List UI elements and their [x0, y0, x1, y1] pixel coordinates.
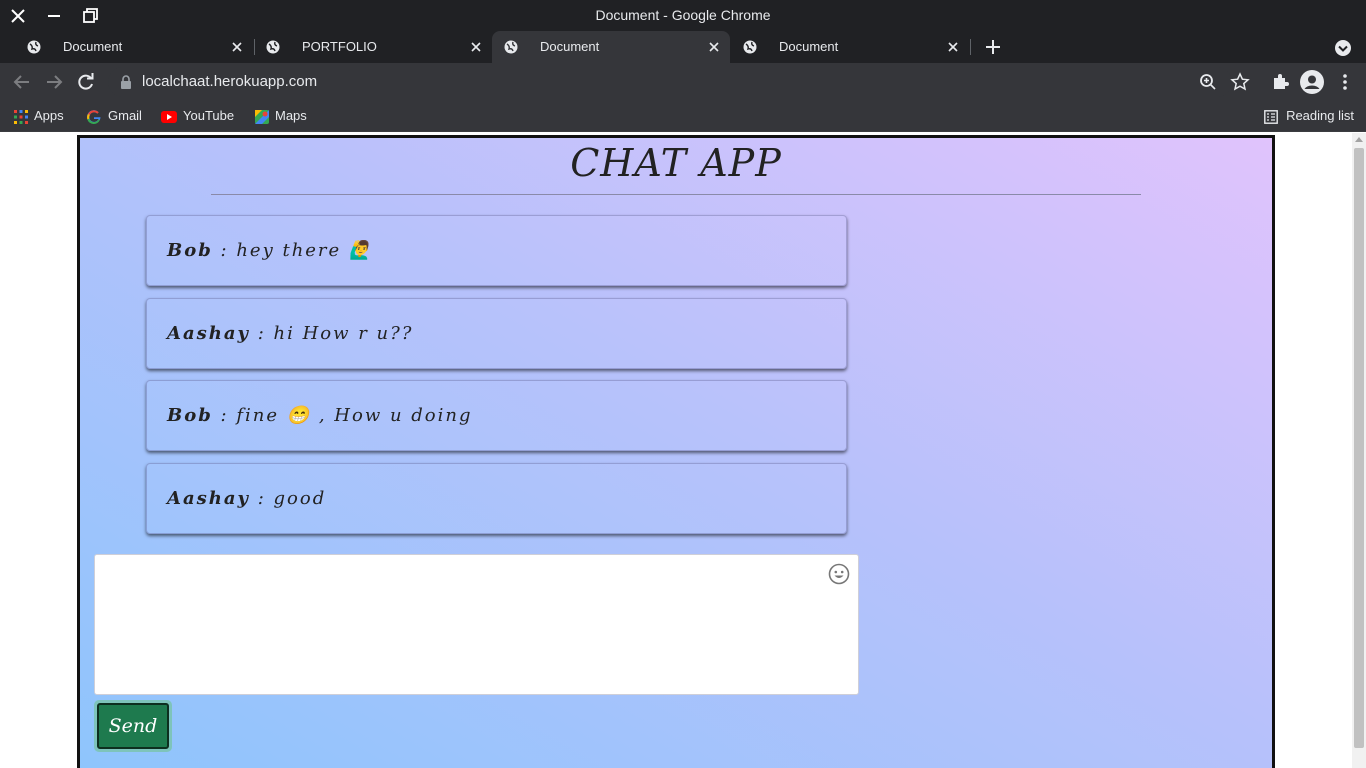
- globe-icon: [27, 40, 41, 54]
- chat-message: Aashay : good: [146, 463, 847, 534]
- message-input[interactable]: [94, 554, 859, 695]
- window-title: Document - Google Chrome: [595, 7, 771, 23]
- chat-message: Bob : fine 😁 , How u doing: [146, 380, 847, 451]
- youtube-icon: [161, 110, 177, 123]
- tab-label: Document: [779, 39, 839, 54]
- message-text: : hey there 🙋‍♂️: [212, 240, 374, 261]
- tab-document-1[interactable]: Document: [15, 31, 253, 63]
- close-tab-icon[interactable]: [947, 41, 959, 53]
- chat-message: Aashay : hi How r u??: [146, 298, 847, 369]
- lock-icon[interactable]: [120, 75, 132, 89]
- message-sender: Bob: [167, 405, 213, 426]
- send-button[interactable]: Send: [94, 700, 172, 752]
- message-sender: Aashay: [167, 323, 250, 344]
- close-tab-icon[interactable]: [708, 41, 720, 53]
- tab-separator: [970, 39, 971, 55]
- message-sender: Bob: [167, 240, 213, 261]
- extensions-icon[interactable]: [1270, 72, 1290, 92]
- bookmark-label: YouTube: [183, 108, 235, 123]
- browser-toolbar: localchaat.herokuapp.com: [0, 63, 1366, 101]
- close-tab-icon[interactable]: [231, 41, 243, 53]
- smiley-icon[interactable]: [828, 563, 850, 585]
- send-button-label: Send: [97, 703, 169, 749]
- bookmarks-bar: Apps Gmail YouTube Maps Reading list: [0, 101, 1366, 132]
- bookmark-maps[interactable]: Maps: [255, 107, 307, 127]
- reading-list-label: Reading list: [1286, 108, 1354, 123]
- reading-list-button[interactable]: Reading list: [1264, 107, 1354, 125]
- google-icon: [87, 109, 101, 124]
- tab-document-4[interactable]: Document: [731, 31, 969, 63]
- back-icon[interactable]: [12, 72, 32, 92]
- tab-label: Document: [540, 39, 600, 54]
- profile-avatar-icon[interactable]: [1300, 70, 1324, 94]
- bookmark-label: Gmail: [108, 108, 142, 123]
- page-viewport: CHAT APP Bob : hey there 🙋‍♂️ Aashay : h…: [0, 133, 1352, 768]
- forward-icon[interactable]: [44, 72, 64, 92]
- scroll-up-arrow-icon[interactable]: [1355, 137, 1363, 142]
- message-sender: Aashay: [167, 488, 250, 509]
- bookmark-label: Apps: [34, 108, 64, 123]
- tab-label: Document: [63, 39, 123, 54]
- message-text: : fine 😁 , How u doing: [212, 405, 473, 426]
- new-tab-icon[interactable]: [982, 36, 1004, 58]
- bookmark-gmail[interactable]: Gmail: [86, 107, 142, 127]
- tab-document-active[interactable]: Document: [492, 31, 730, 63]
- zoom-icon[interactable]: [1198, 72, 1218, 92]
- address-bar[interactable]: localchaat.herokuapp.com: [108, 67, 1232, 97]
- reload-icon[interactable]: [76, 72, 96, 92]
- tab-strip: Document PORTFOLIO Document Document: [0, 31, 1366, 63]
- url-text: localchaat.herokuapp.com: [142, 73, 318, 90]
- page-scrollbar[interactable]: [1352, 133, 1366, 768]
- tab-label: PORTFOLIO: [302, 39, 377, 54]
- chat-app-container: CHAT APP Bob : hey there 🙋‍♂️ Aashay : h…: [77, 135, 1275, 768]
- globe-icon: [743, 40, 757, 54]
- scroll-thumb[interactable]: [1354, 148, 1364, 748]
- bookmark-apps[interactable]: Apps: [14, 107, 64, 127]
- window-titlebar: Document - Google Chrome: [0, 0, 1366, 31]
- tab-portfolio[interactable]: PORTFOLIO: [254, 31, 492, 63]
- globe-icon: [266, 40, 280, 54]
- tab-search-icon[interactable]: [1334, 39, 1352, 57]
- chat-message: Bob : hey there 🙋‍♂️: [146, 215, 847, 286]
- apps-grid-icon: [14, 109, 28, 124]
- bookmark-star-icon[interactable]: [1230, 72, 1250, 92]
- bookmark-label: Maps: [275, 108, 307, 123]
- title-divider: [211, 194, 1141, 195]
- message-text: : hi How r u??: [249, 323, 414, 344]
- page-title: CHAT APP: [570, 141, 782, 185]
- close-tab-icon[interactable]: [470, 41, 482, 53]
- menu-kebab-icon[interactable]: [1335, 72, 1355, 92]
- maps-icon: [255, 109, 269, 124]
- reading-list-icon: [1264, 109, 1278, 124]
- bookmark-youtube[interactable]: YouTube: [161, 107, 234, 127]
- globe-icon: [504, 40, 518, 54]
- message-text: : good: [249, 488, 327, 509]
